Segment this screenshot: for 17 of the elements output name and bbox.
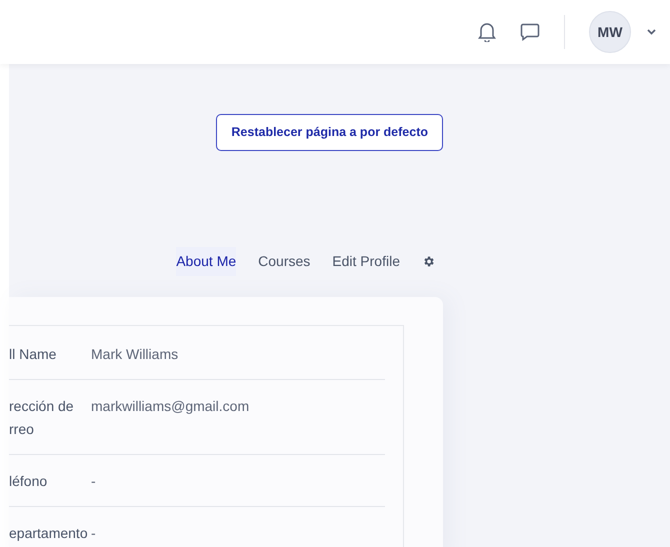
reset-page-button[interactable]: Restablecer página a por defecto (216, 114, 443, 151)
field-label: epartamento (9, 524, 89, 543)
field-value: Mark Williams (91, 344, 178, 364)
settings-icon[interactable] (422, 254, 435, 268)
field-value: markwilliams@gmail.com (91, 396, 250, 416)
field-value: - (91, 472, 96, 491)
field-label: rección de rreo (9, 396, 75, 439)
profile-tab[interactable]: Edit Profile (332, 246, 400, 276)
user-avatar[interactable]: MW (589, 11, 631, 53)
field-label: ll Name (9, 344, 58, 364)
caret-icon[interactable] (647, 29, 656, 35)
profile-tab[interactable]: Courses (258, 246, 310, 276)
profile-tab[interactable]: About Me (176, 246, 236, 276)
field-label: léfono (9, 472, 48, 491)
field-value: - (91, 524, 96, 543)
messages-icon[interactable] (520, 23, 540, 41)
notifications-bell-icon[interactable] (478, 22, 496, 42)
